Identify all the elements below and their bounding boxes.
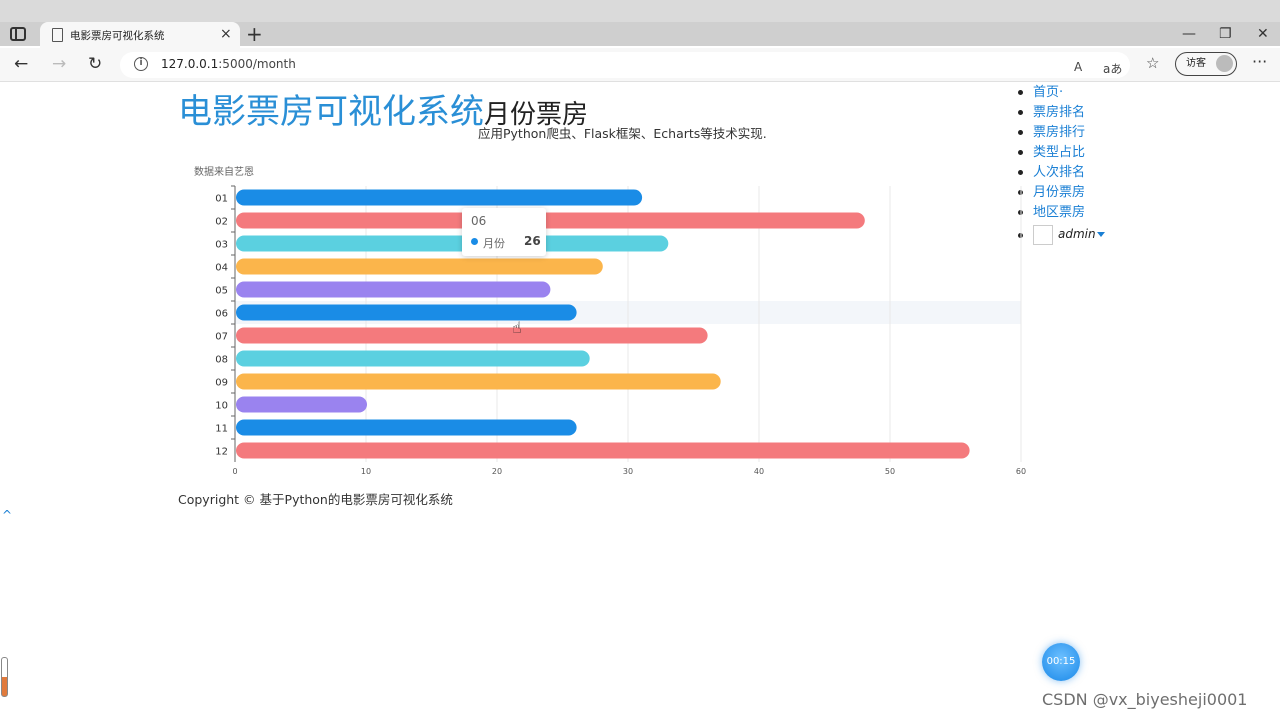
bar-month-04[interactable]	[236, 258, 603, 275]
x-tick-label: 50	[885, 467, 895, 476]
bar-month-06[interactable]	[236, 304, 577, 321]
tooltip-series-marker	[471, 238, 478, 245]
side-gauge-widget	[1, 657, 8, 697]
bar-month-05[interactable]	[236, 281, 551, 298]
chart-tooltip: 06 月份 26	[462, 208, 546, 256]
y-tick-label: 07	[215, 332, 228, 343]
x-tick-label: 10	[361, 467, 371, 476]
y-tick-label: 02	[215, 217, 228, 228]
bar-month-11[interactable]	[236, 419, 577, 436]
scroll-top-icon[interactable]: ^	[2, 508, 12, 522]
y-tick-label: 06	[215, 309, 228, 320]
y-tick-label: 01	[215, 194, 228, 205]
y-tick-label: 05	[215, 286, 228, 297]
copyright-text: Copyright © 基于Python的电影票房可视化系统	[178, 492, 453, 507]
x-tick-label: 20	[492, 467, 502, 476]
y-tick-label: 08	[215, 355, 228, 366]
y-tick-label: 03	[215, 240, 228, 251]
recording-timer[interactable]: 00:15	[1042, 643, 1080, 681]
monthly-box-office-chart[interactable]: 0 10 20 30 40 50 60 01 02 03 04 05 06 07 08 09 10 11 12	[0, 0, 1280, 720]
y-tick-label: 11	[215, 424, 228, 435]
hand-cursor-icon: ☝	[512, 318, 522, 337]
y-tick-label: 10	[215, 401, 228, 412]
y-tick-label: 09	[215, 378, 228, 389]
x-tick-label: 60	[1016, 467, 1026, 476]
bar-month-02[interactable]	[236, 212, 865, 229]
bar-month-12[interactable]	[236, 442, 970, 459]
bar-month-03[interactable]	[236, 235, 669, 252]
bar-month-07[interactable]	[236, 327, 708, 344]
x-tick-label: 0	[232, 467, 237, 476]
bar-month-10[interactable]	[236, 396, 367, 413]
x-tick-label: 40	[754, 467, 764, 476]
bar-month-01[interactable]	[236, 189, 643, 206]
x-tick-label: 30	[623, 467, 633, 476]
bar-month-08[interactable]	[236, 350, 590, 367]
tooltip-value: 26	[524, 234, 541, 248]
y-tick-label: 12	[215, 447, 228, 458]
watermark-text: CSDN @vx_biyesheji0001	[1042, 690, 1248, 709]
tooltip-title: 06	[471, 214, 487, 228]
tooltip-series-name: 月份	[483, 237, 505, 250]
bar-month-09[interactable]	[236, 373, 721, 390]
y-tick-label: 04	[215, 263, 228, 274]
